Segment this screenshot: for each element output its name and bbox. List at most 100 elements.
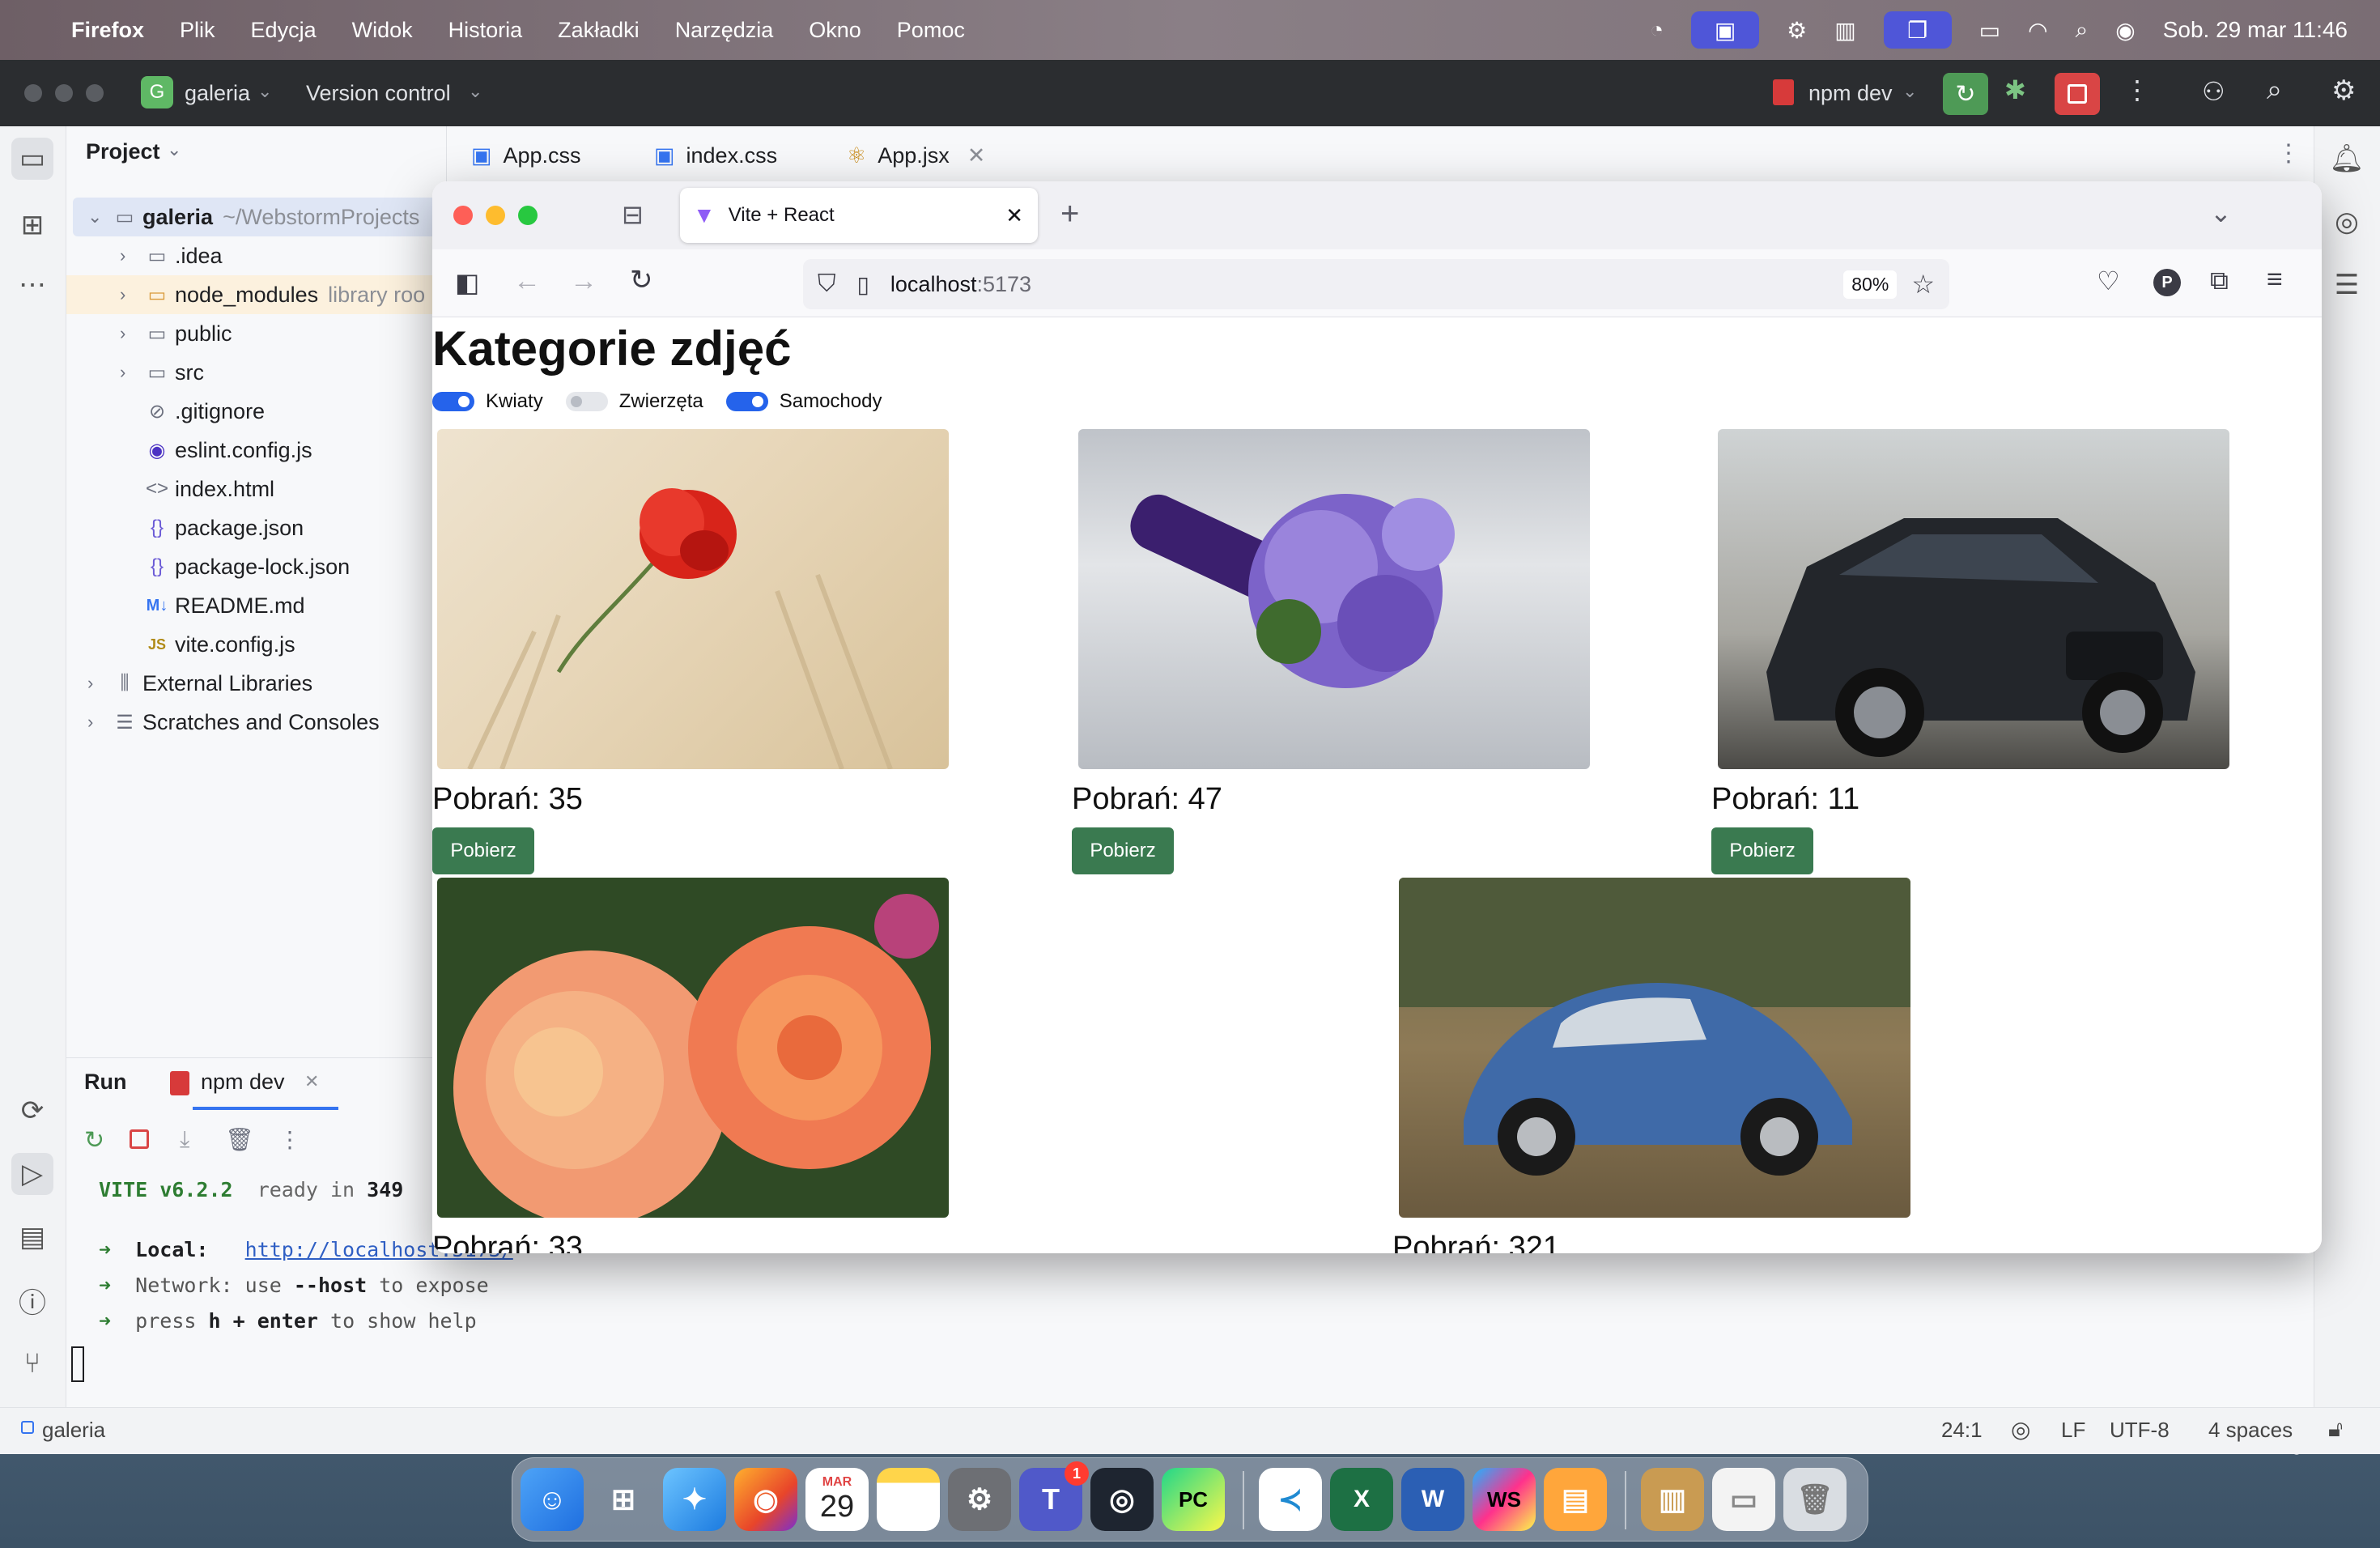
tab-overview-icon[interactable]: ⊟ bbox=[622, 199, 644, 230]
extension-icon[interactable]: ⚙ bbox=[1787, 17, 1807, 44]
chevron-down-icon[interactable]: ⌄ bbox=[468, 81, 482, 102]
structure-icon[interactable]: ⊞ bbox=[11, 204, 53, 246]
git-icon[interactable]: ⑂ bbox=[11, 1342, 53, 1384]
menu-plik[interactable]: Plik bbox=[180, 18, 215, 43]
tab-app-css[interactable]: ▣ App.css bbox=[471, 126, 581, 185]
pycharm-icon[interactable]: PC bbox=[1162, 1468, 1225, 1531]
trash-icon[interactable]: 🗑︎ bbox=[1783, 1468, 1847, 1531]
chevron-down-icon[interactable]: ⌄ bbox=[167, 139, 181, 160]
lock-icon[interactable]: 🔓︎ bbox=[2328, 1416, 2343, 1443]
run-tab-npm-dev[interactable]: npm dev bbox=[201, 1070, 285, 1095]
tab-app-jsx[interactable]: ⚛ App.jsx ✕ bbox=[847, 126, 985, 185]
browser-tab-active[interactable]: ▼ Vite + React ✕ bbox=[680, 188, 1038, 243]
minimize-window-button[interactable] bbox=[55, 84, 73, 102]
toggle-kwiaty[interactable] bbox=[432, 392, 474, 411]
hamburger-menu-icon[interactable]: ≡ bbox=[2267, 264, 2283, 296]
screen-time-icon[interactable]: ◔ bbox=[1650, 17, 1664, 43]
clock-datetime[interactable]: Sob. 29 mar 11:46 bbox=[2163, 17, 2348, 43]
tree-item-idea[interactable]: › ▭ .idea bbox=[120, 236, 223, 275]
chevron-down-icon[interactable]: ⌄ bbox=[1902, 81, 1917, 102]
extensions-puzzle-icon[interactable]: ⧉ bbox=[2210, 266, 2229, 296]
status-indent[interactable]: 4 spaces bbox=[2208, 1418, 2293, 1443]
menu-pomoc[interactable]: Pomoc bbox=[897, 18, 965, 43]
add-user-icon[interactable]: ⚇ bbox=[2202, 76, 2225, 107]
keynote-icon[interactable]: ▤ bbox=[1544, 1468, 1607, 1531]
search-icon[interactable]: ⌕ bbox=[2267, 74, 2282, 106]
account-avatar[interactable]: P bbox=[2153, 269, 2181, 296]
photo-poppy[interactable] bbox=[437, 429, 949, 769]
stop-button[interactable] bbox=[2055, 73, 2100, 115]
pocket-icon[interactable]: ♡ bbox=[2097, 266, 2120, 296]
new-tab-icon[interactable]: + bbox=[1060, 196, 1079, 232]
more-tools-icon[interactable]: ⋯ bbox=[11, 264, 53, 306]
system-settings-icon[interactable]: ⚙ bbox=[948, 1468, 1011, 1531]
scroll-to-end-icon[interactable]: ⤓ bbox=[180, 1126, 189, 1153]
tree-item-index-html[interactable]: <> index.html bbox=[142, 470, 274, 508]
tree-item-vite-config[interactable]: JS vite.config.js bbox=[142, 625, 295, 664]
chevron-down-icon[interactable]: ⌄ bbox=[257, 81, 272, 102]
download-button[interactable]: Pobierz bbox=[1072, 827, 1174, 874]
photo-beetle[interactable] bbox=[1399, 878, 1910, 1218]
url-bar[interactable]: ⛉ ▯ localhost:5173 80% ☆ bbox=[803, 259, 1949, 309]
shield-icon[interactable]: ⛉ bbox=[818, 270, 836, 298]
ai-assistant-icon[interactable]: ◎ bbox=[2326, 201, 2368, 243]
wifi-icon[interactable]: ◠ bbox=[2028, 17, 2047, 44]
tree-item-package-lock[interactable]: {} package-lock.json bbox=[142, 547, 350, 586]
photo-audi[interactable] bbox=[1718, 429, 2229, 769]
terminal-icon[interactable]: ▤ bbox=[11, 1216, 53, 1258]
menu-edycja[interactable]: Edycja bbox=[251, 18, 317, 43]
safari-icon[interactable]: ✦ bbox=[663, 1468, 726, 1531]
status-encoding[interactable]: UTF-8 bbox=[2110, 1418, 2170, 1443]
stop-icon[interactable] bbox=[130, 1129, 149, 1149]
zoom-level-badge[interactable]: 80% bbox=[1843, 270, 1898, 299]
download-button[interactable]: Pobierz bbox=[432, 827, 534, 874]
teams-icon[interactable]: T 1 bbox=[1019, 1461, 1089, 1531]
notes-icon[interactable] bbox=[877, 1468, 940, 1531]
reload-icon[interactable]: ↻ bbox=[630, 264, 653, 296]
menu-okno[interactable]: Okno bbox=[809, 18, 861, 43]
notifications-bell-icon[interactable]: 🔔︎ bbox=[2326, 138, 2368, 180]
database-icon[interactable]: ☰ bbox=[2326, 264, 2368, 306]
obs-icon[interactable]: ◎ bbox=[1090, 1468, 1154, 1531]
toggle-zwierzeta[interactable] bbox=[565, 392, 608, 411]
tree-item-readme[interactable]: M↓ README.md bbox=[142, 586, 305, 625]
menu-historia[interactable]: Historia bbox=[448, 18, 523, 43]
close-window-button[interactable] bbox=[24, 84, 42, 102]
terminal-cursor[interactable] bbox=[71, 1346, 84, 1382]
forward-arrow-icon[interactable]: → bbox=[570, 266, 597, 297]
vscode-icon[interactable]: ≺ bbox=[1259, 1468, 1322, 1531]
spotlight-search-icon[interactable]: ⌕ bbox=[2076, 17, 2089, 44]
trash-icon[interactable]: 🗑︎ bbox=[225, 1126, 254, 1153]
menu-zakladki[interactable]: Zakładki bbox=[558, 18, 640, 43]
list-tabs-chevron-icon[interactable]: ⌄ bbox=[2210, 198, 2232, 228]
calendar-icon[interactable]: MAR 29 bbox=[805, 1468, 869, 1531]
menu-app-firefox[interactable]: Firefox bbox=[71, 18, 144, 43]
rerun-icon[interactable]: ↻ bbox=[84, 1126, 104, 1155]
close-tab-icon[interactable]: ✕ bbox=[1005, 203, 1023, 228]
project-switcher[interactable]: galeria bbox=[185, 81, 250, 106]
tree-item-external-libraries[interactable]: › ⫼ External Libraries bbox=[87, 664, 312, 703]
tree-item-package-json[interactable]: {} package.json bbox=[142, 508, 304, 547]
tree-item-eslint[interactable]: ◉ eslint.config.js bbox=[142, 431, 312, 470]
status-line-ending[interactable]: LF bbox=[2061, 1418, 2085, 1443]
maximize-window-button[interactable] bbox=[86, 84, 104, 102]
menu-meter-icon[interactable]: ▥ bbox=[1834, 17, 1855, 44]
minimize-window-button[interactable] bbox=[486, 206, 505, 225]
tree-item-gitignore[interactable]: ⊘ .gitignore bbox=[142, 392, 265, 431]
control-center-icon[interactable]: ◉ bbox=[2115, 17, 2135, 44]
maximize-window-button[interactable] bbox=[518, 206, 538, 225]
document-stack-icon[interactable]: ▭ bbox=[1712, 1468, 1775, 1531]
download-button[interactable]: Pobierz bbox=[1711, 827, 1813, 874]
close-tab-icon[interactable]: ✕ bbox=[967, 143, 986, 168]
settings-gear-icon[interactable]: ⚙ bbox=[2331, 74, 2356, 107]
menu-narzedzia[interactable]: Narzędzia bbox=[675, 18, 774, 43]
battery-icon[interactable]: ▭ bbox=[1979, 17, 2000, 44]
tab-options-icon[interactable]: ⋮ bbox=[2276, 139, 2301, 168]
more-actions-icon[interactable]: ⋮ bbox=[2124, 74, 2150, 105]
problems-icon[interactable]: ⓘ bbox=[11, 1279, 53, 1321]
close-window-button[interactable] bbox=[453, 206, 473, 225]
project-badge[interactable]: G bbox=[141, 76, 173, 108]
project-folder-icon[interactable]: ▭ bbox=[11, 138, 53, 180]
bookmark-star-icon[interactable]: ☆ bbox=[1911, 269, 1935, 300]
excel-icon[interactable]: X bbox=[1330, 1468, 1393, 1531]
